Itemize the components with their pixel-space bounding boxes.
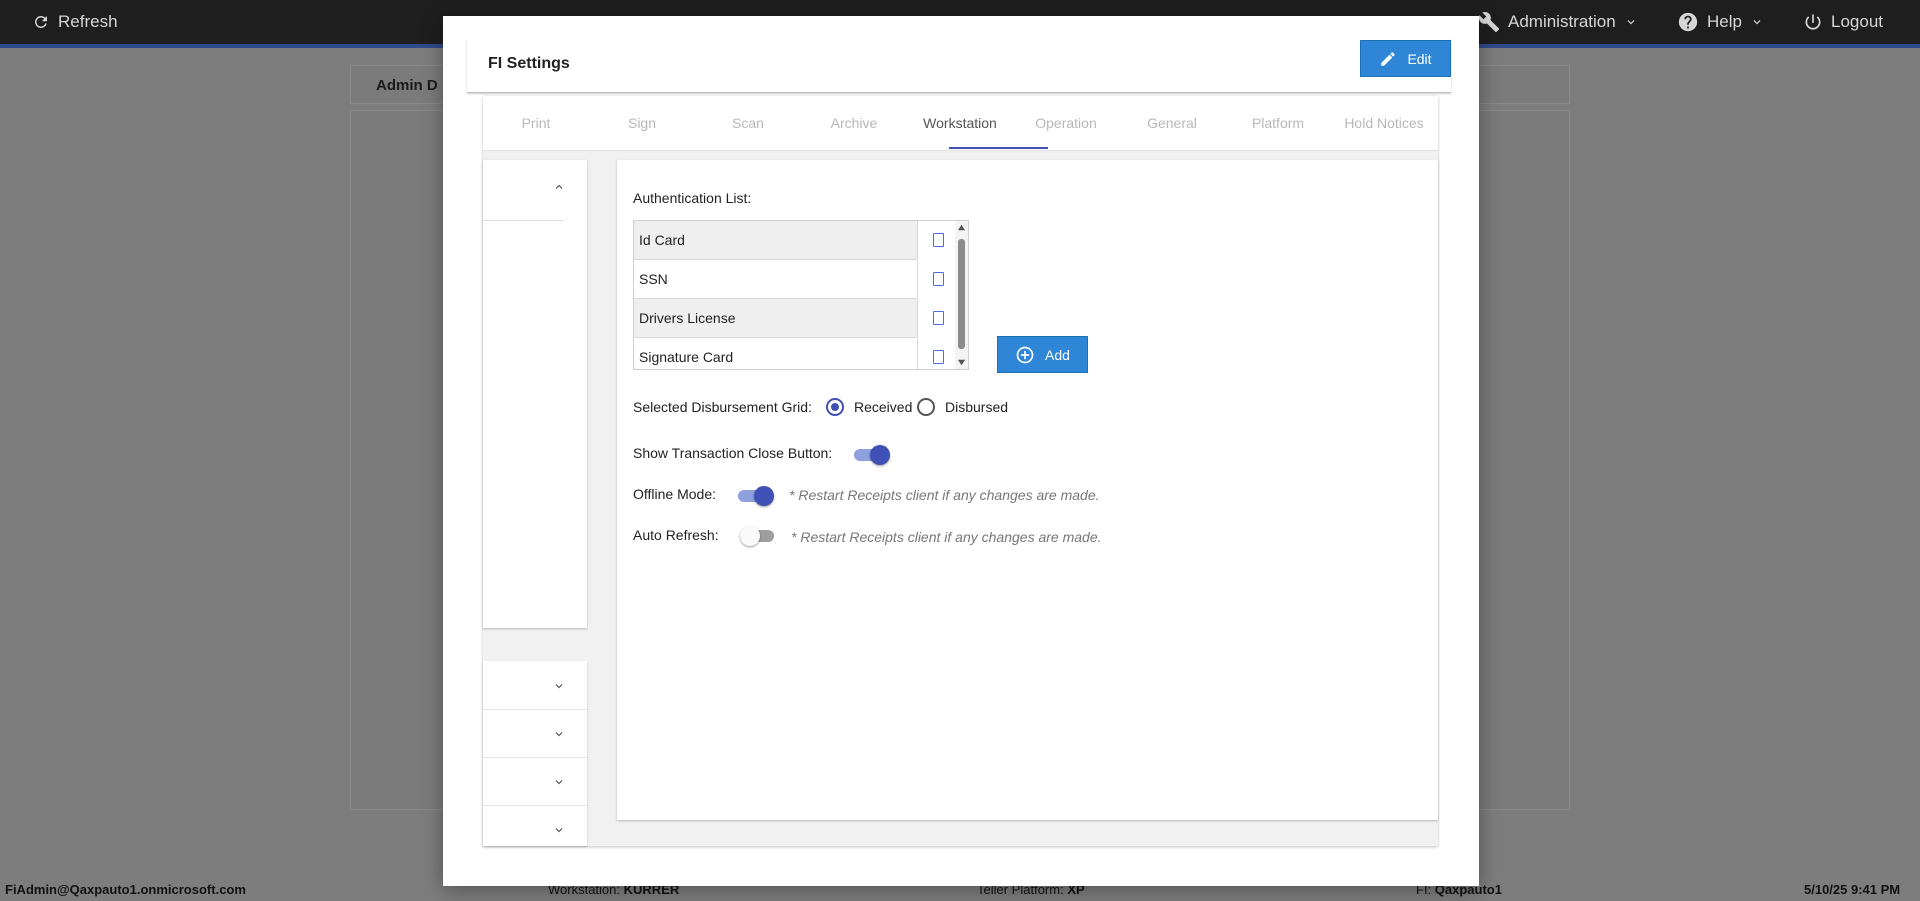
chevron-down-icon bbox=[555, 732, 563, 737]
offline-mode-note: * Restart Receipts client if any changes… bbox=[789, 487, 1100, 503]
auto-refresh-toggle[interactable] bbox=[740, 526, 776, 546]
dialog-header: FI Settings Edit bbox=[467, 38, 1451, 93]
chevron-up-icon[interactable] bbox=[552, 180, 566, 194]
scroll-up-icon[interactable] bbox=[957, 223, 966, 232]
chevron-down-icon bbox=[555, 828, 563, 833]
list-item[interactable]: SSN bbox=[634, 260, 944, 299]
left-accordion-panel bbox=[483, 160, 587, 628]
disbursed-radio-label: Disbursed bbox=[945, 399, 1009, 415]
received-radio[interactable] bbox=[826, 398, 844, 416]
footer-user: FiAdmin@Qaxpauto1.onmicrosoft.com bbox=[5, 882, 246, 897]
accordion-row[interactable] bbox=[483, 805, 587, 853]
tab-archive[interactable]: Archive bbox=[801, 96, 907, 150]
chevron-down-icon bbox=[1627, 20, 1635, 25]
refresh-button[interactable]: Refresh bbox=[32, 0, 118, 44]
scroll-down-icon[interactable] bbox=[957, 358, 966, 367]
workstation-settings-panel: Authentication List: Id Card SSN Drivers… bbox=[617, 160, 1438, 820]
disbursement-grid-label: Selected Disbursement Grid: bbox=[633, 399, 812, 415]
administration-menu[interactable]: Administration bbox=[1478, 0, 1638, 44]
auto-refresh-note: * Restart Receipts client if any changes… bbox=[791, 529, 1102, 545]
power-icon bbox=[1805, 14, 1821, 30]
refresh-label: Refresh bbox=[58, 12, 118, 31]
offline-mode-label: Offline Mode: bbox=[633, 486, 717, 502]
help-label: Help bbox=[1707, 12, 1742, 31]
admin-header-title: Admin D bbox=[376, 77, 438, 94]
footer-datetime: 5/10/25 9:41 PM bbox=[1804, 882, 1901, 897]
edit-button[interactable]: Edit bbox=[1360, 40, 1451, 77]
close-button-toggle[interactable] bbox=[854, 445, 890, 465]
administration-label: Administration bbox=[1508, 12, 1616, 31]
wrench-icon bbox=[1478, 12, 1500, 33]
item-checkbox[interactable] bbox=[917, 338, 959, 369]
tab-workstation[interactable]: Workstation bbox=[907, 96, 1013, 150]
received-radio-label: Received bbox=[854, 399, 913, 415]
pencil-icon bbox=[1381, 51, 1396, 66]
offline-mode-toggle[interactable] bbox=[738, 486, 774, 506]
list-item[interactable]: Id Card bbox=[634, 221, 944, 260]
chevron-down-icon bbox=[555, 780, 563, 785]
authentication-list: Id Card SSN Drivers License Signature Ca… bbox=[633, 220, 969, 370]
list-item[interactable]: Signature Card bbox=[634, 338, 944, 369]
list-scrollbar[interactable] bbox=[955, 221, 968, 369]
chevron-down-icon bbox=[1753, 20, 1761, 25]
tab-print[interactable]: Print bbox=[483, 96, 589, 150]
settings-card: Print Sign Scan Archive Workstation Oper… bbox=[483, 96, 1438, 846]
help-icon bbox=[1678, 12, 1698, 32]
refresh-icon bbox=[34, 15, 47, 28]
dialog-title: FI Settings bbox=[488, 55, 570, 72]
edit-label: Edit bbox=[1407, 50, 1432, 67]
add-label: Add bbox=[1045, 346, 1070, 363]
disbursed-radio[interactable] bbox=[917, 398, 935, 416]
logout-button[interactable]: Logout bbox=[1803, 0, 1883, 44]
tab-sign[interactable]: Sign bbox=[589, 96, 695, 150]
list-item[interactable]: Drivers License bbox=[634, 299, 944, 338]
scroll-thumb[interactable] bbox=[958, 239, 965, 349]
tab-platform[interactable]: Platform bbox=[1225, 96, 1331, 150]
active-tab-indicator bbox=[949, 147, 1048, 149]
tab-general[interactable]: General bbox=[1119, 96, 1225, 150]
add-button[interactable]: Add bbox=[997, 336, 1088, 373]
item-checkbox[interactable] bbox=[917, 221, 959, 259]
logout-label: Logout bbox=[1831, 12, 1883, 31]
auth-list-label: Authentication List: bbox=[633, 190, 752, 206]
settings-tabs: Print Sign Scan Archive Workstation Oper… bbox=[483, 96, 1438, 151]
close-button-label: Show Transaction Close Button: bbox=[633, 445, 833, 461]
chevron-down-icon bbox=[555, 684, 563, 689]
accordion-row[interactable] bbox=[483, 757, 587, 806]
left-accordion-list bbox=[483, 661, 587, 846]
accordion-divider bbox=[483, 220, 563, 221]
accordion-row[interactable] bbox=[483, 709, 587, 758]
add-circle-icon bbox=[1016, 346, 1034, 363]
tab-operation[interactable]: Operation bbox=[1013, 96, 1119, 150]
tab-hold-notices[interactable]: Hold Notices bbox=[1331, 96, 1437, 150]
item-checkbox[interactable] bbox=[917, 260, 959, 298]
tab-scan[interactable]: Scan bbox=[695, 96, 801, 150]
help-menu[interactable]: Help bbox=[1677, 0, 1764, 44]
accordion-row[interactable] bbox=[483, 661, 587, 710]
fi-settings-dialog: FI Settings Edit Print Sign Scan Archive… bbox=[443, 16, 1479, 886]
auto-refresh-label: Auto Refresh: bbox=[633, 527, 719, 543]
item-checkbox[interactable] bbox=[917, 299, 959, 337]
